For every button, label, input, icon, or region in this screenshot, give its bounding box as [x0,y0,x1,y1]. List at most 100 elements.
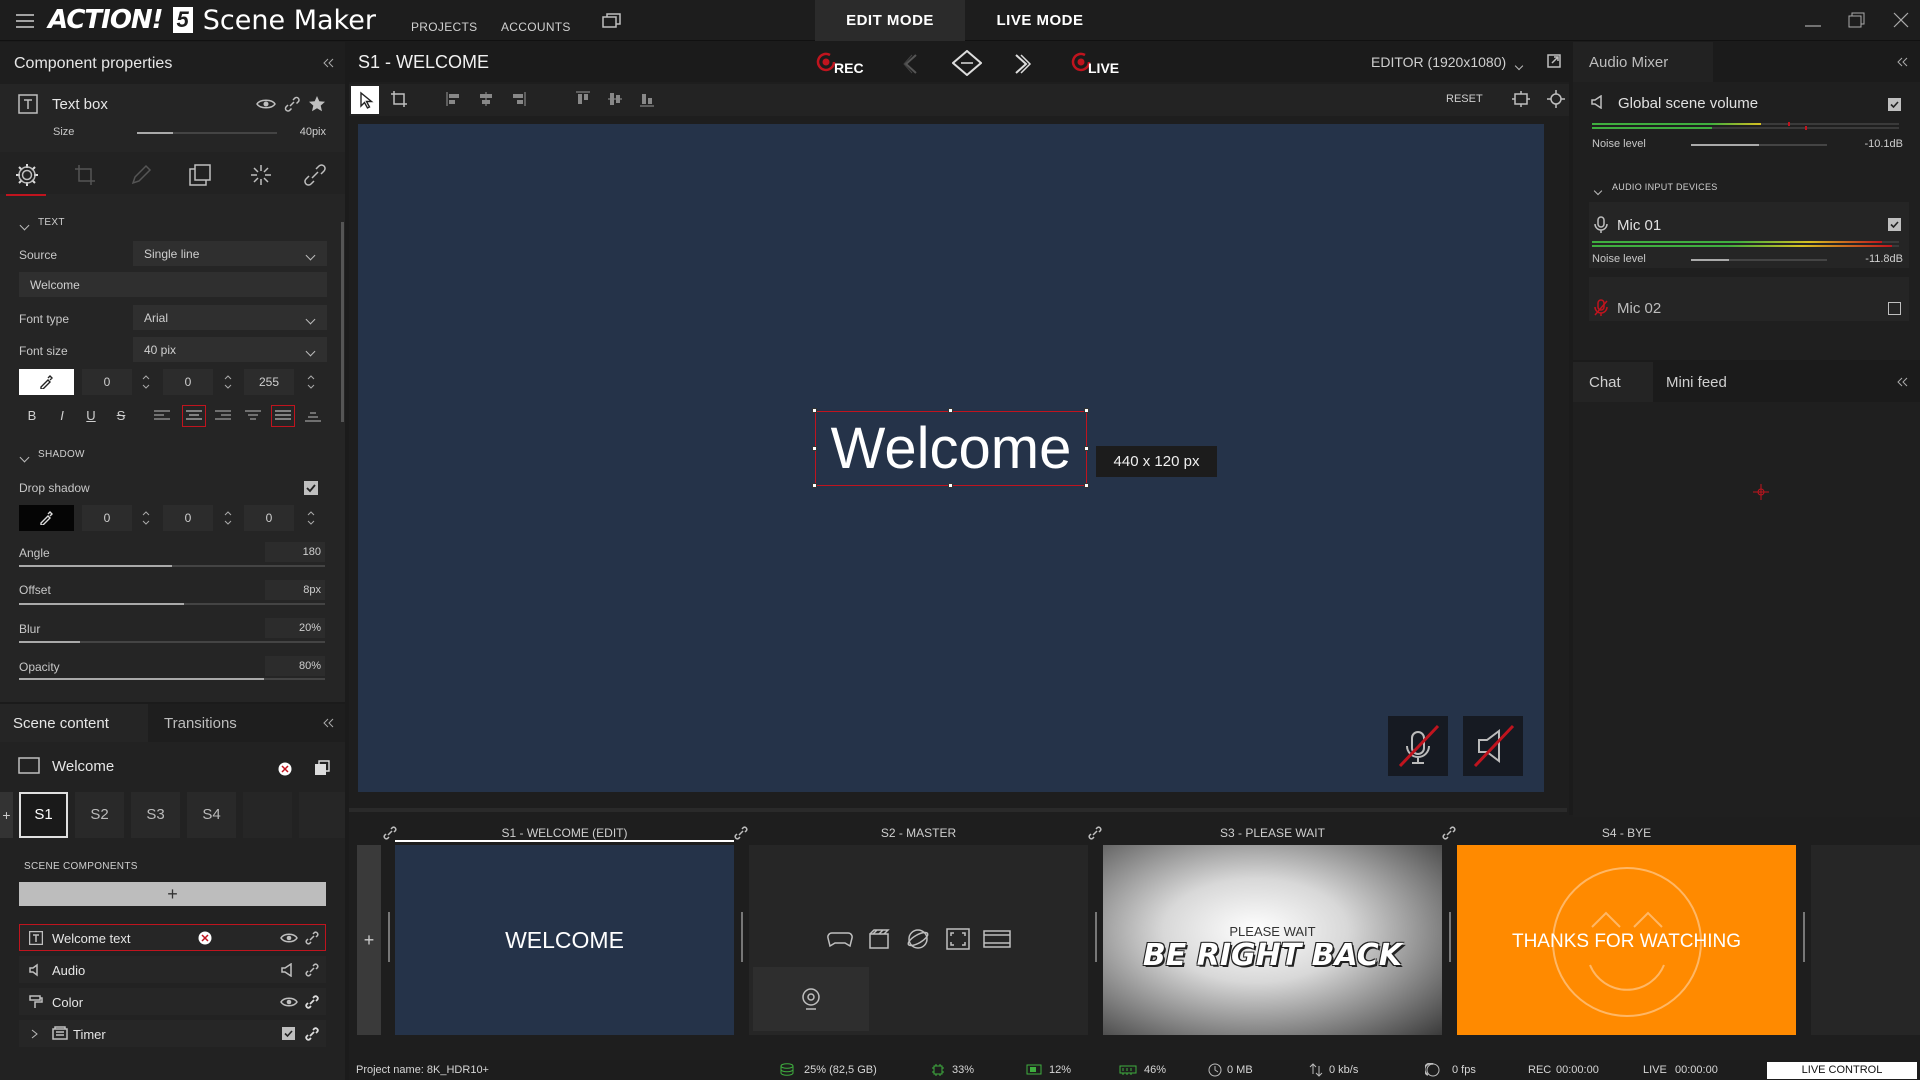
link-chain-icon[interactable] [304,164,326,186]
layers-icon[interactable] [189,164,211,186]
text-color-g[interactable]: 0 [163,369,213,395]
resize-handle[interactable] [948,483,953,488]
minimize-icon[interactable] [1804,14,1822,28]
mic-muted-button[interactable] [1388,716,1448,776]
settings-gear-icon[interactable] [12,160,42,190]
select-tool-icon[interactable] [351,86,379,114]
align-left-icon[interactable] [154,410,170,422]
valign-top-icon[interactable] [245,410,261,422]
align-center-icon[interactable] [182,405,206,427]
reset-button[interactable]: RESET [1446,93,1483,105]
strikethrough-button[interactable]: S [111,408,131,423]
transition-diamond-icon[interactable] [952,50,982,76]
scene-link-icon[interactable] [1442,826,1456,840]
scene-button-s1[interactable]: S1 [19,792,68,838]
collapse-left-icon[interactable] [322,58,334,68]
maximize-icon[interactable] [1848,12,1866,28]
crop-tool-icon[interactable] [390,90,408,108]
resize-handle[interactable] [812,483,817,488]
valign-bottom-icon[interactable] [305,410,321,422]
collapse-audio-icon[interactable] [1896,57,1908,67]
align-vcenter-icon[interactable] [607,91,623,107]
multi-window-icon[interactable] [602,13,622,29]
font-type-select[interactable]: Arial [133,305,327,330]
text-section-chevron-icon[interactable] [19,217,30,232]
bold-button[interactable]: B [22,408,42,423]
scene-button-s2[interactable]: S2 [75,792,124,838]
speaker-icon[interactable] [281,963,295,977]
duplicate-scene-icon[interactable] [314,760,330,776]
align-right-icon[interactable] [215,410,231,422]
canvas-welcome-text[interactable]: Welcome [815,411,1087,486]
shadow-stepper-g-icon[interactable] [223,508,233,528]
align-bottom-edge-icon[interactable] [639,91,655,107]
link-icon[interactable] [305,1027,319,1041]
collapse-chat-icon[interactable] [1896,377,1908,387]
angle-value[interactable]: 180 [265,542,325,562]
shadow-stepper-b-icon[interactable] [306,508,316,528]
collapse-scene-icon[interactable] [322,718,334,728]
resize-handle[interactable] [1084,408,1089,413]
underline-button[interactable]: U [81,408,101,423]
nav-projects[interactable]: PROJECTS [411,20,477,34]
link-icon[interactable] [284,96,300,112]
stepper-b-icon[interactable] [306,372,316,392]
stepper-g-icon[interactable] [223,372,233,392]
source-select[interactable]: Single line [133,241,327,266]
properties-scrollbar[interactable] [341,222,344,422]
live-control-button[interactable]: LIVE CONTROL [1767,1062,1917,1079]
shadow-section-chevron-icon[interactable] [19,449,30,464]
next-scene-icon[interactable] [1014,54,1032,74]
mic2-checkbox[interactable] [1888,302,1901,315]
popout-icon[interactable] [1547,54,1561,68]
scene-link-icon[interactable] [1088,826,1102,840]
align-left-edge-icon[interactable] [446,91,462,107]
offset-value[interactable]: 8px [265,580,325,600]
hamburger-menu-icon[interactable] [16,14,34,28]
close-icon[interactable] [1893,12,1909,28]
align-top-edge-icon[interactable] [575,91,591,107]
star-icon[interactable] [308,95,326,113]
tab-mini-feed[interactable]: Mini feed [1666,374,1727,391]
nav-accounts[interactable]: ACCOUNTS [501,20,571,34]
resize-handle[interactable] [948,408,953,413]
strip-scrollbar[interactable] [349,808,1567,812]
remove-component-icon[interactable] [198,931,212,945]
shadow-color-b[interactable]: 0 [244,505,294,531]
expand-chevron-icon[interactable] [31,1029,39,1039]
italic-button[interactable]: I [52,408,72,423]
scene-thumb-s3[interactable]: PLEASE WAIT BE RIGHT BACK [1103,845,1442,1035]
pen-icon[interactable] [130,164,152,186]
mic1-checkbox[interactable] [1888,218,1901,231]
visibility-eye-icon[interactable] [256,97,276,111]
resize-handle[interactable] [1084,483,1089,488]
speaker-muted-button[interactable] [1463,716,1523,776]
shadow-color-g[interactable]: 0 [163,505,213,531]
tab-transitions[interactable]: Transitions [164,715,237,732]
blur-value[interactable]: 20% [265,618,325,638]
fit-width-icon[interactable] [1511,90,1531,108]
global-volume-checkbox[interactable] [1888,98,1901,111]
editor-resolution-select[interactable]: EDITOR (1920x1080) [1371,54,1506,70]
fit-screen-icon[interactable] [1546,90,1566,108]
scene-thumb-s1[interactable]: WELCOME [395,845,734,1035]
scene-link-icon[interactable] [734,826,748,840]
link-icon[interactable] [305,931,319,945]
scene-thumb-empty[interactable] [1811,845,1920,1035]
text-color-r[interactable]: 0 [82,369,132,395]
text-color-b[interactable]: 255 [244,369,294,395]
scene-thumb-s4[interactable]: THANKS FOR WATCHING [1457,845,1796,1035]
text-color-picker[interactable] [19,369,74,395]
add-component-button[interactable]: + [19,882,326,906]
live-mode-button[interactable]: LIVE MODE [965,0,1115,41]
visibility-eye-icon[interactable] [280,932,298,944]
resize-handle[interactable] [812,408,817,413]
edit-mode-button[interactable]: EDIT MODE [815,0,965,41]
drop-shadow-checkbox[interactable] [304,481,318,495]
scene-slot-empty[interactable] [299,792,345,838]
valign-middle-icon[interactable] [271,405,295,427]
text-input[interactable]: Welcome [19,272,327,297]
scene-slot-empty[interactable] [243,792,292,838]
add-scene-strip-button[interactable]: + [357,845,381,1035]
chevron-down-icon[interactable] [1514,57,1524,72]
